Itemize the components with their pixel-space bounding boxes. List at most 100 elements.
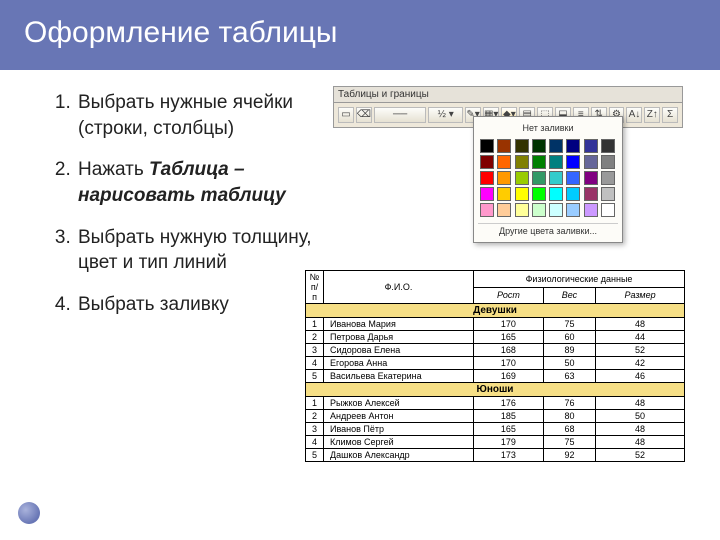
- illustrations: Таблицы и границы ▭ ⌫ ── ½ ▾ ✎▾ ▦▾ ◆▾ ▤ …: [313, 90, 693, 333]
- color-swatch[interactable]: [566, 171, 580, 185]
- cell-num: 1: [306, 397, 324, 410]
- color-swatch[interactable]: [515, 203, 529, 217]
- table-row: 3Сидорова Елена1688952: [306, 344, 685, 357]
- step-item: Нажать Таблица – нарисовать таблицу: [76, 157, 313, 208]
- color-swatch[interactable]: [480, 171, 494, 185]
- color-swatch[interactable]: [584, 139, 598, 153]
- cell-h: 168: [474, 344, 544, 357]
- cell-num: 5: [306, 370, 324, 383]
- col-fio: Ф.И.О.: [324, 271, 474, 304]
- color-swatch[interactable]: [480, 139, 494, 153]
- cell-s: 42: [596, 357, 685, 370]
- cell-num: 5: [306, 449, 324, 462]
- color-grid: [478, 137, 618, 219]
- color-swatch[interactable]: [584, 171, 598, 185]
- color-swatch[interactable]: [497, 203, 511, 217]
- sort-asc-icon[interactable]: A↓: [626, 107, 642, 123]
- cell-h: 165: [474, 331, 544, 344]
- line-weight-select[interactable]: ½ ▾: [428, 107, 463, 123]
- cell-h: 170: [474, 357, 544, 370]
- draw-table-icon[interactable]: ▭: [338, 107, 354, 123]
- color-swatch[interactable]: [601, 139, 615, 153]
- eraser-icon[interactable]: ⌫: [356, 107, 372, 123]
- slide-title: Оформление таблицы: [0, 0, 720, 70]
- cell-fio: Климов Сергей: [324, 436, 474, 449]
- content-area: Выбрать нужные ячейки (строки, столбцы) Н…: [0, 70, 720, 333]
- table-row: 4Егорова Анна1705042: [306, 357, 685, 370]
- cell-h: 179: [474, 436, 544, 449]
- color-swatch[interactable]: [601, 171, 615, 185]
- cell-num: 2: [306, 331, 324, 344]
- cell-num: 2: [306, 410, 324, 423]
- cell-w: 75: [543, 318, 595, 331]
- cell-s: 48: [596, 423, 685, 436]
- color-swatch[interactable]: [480, 187, 494, 201]
- color-swatch[interactable]: [566, 203, 580, 217]
- line-style-select[interactable]: ──: [374, 107, 426, 123]
- cell-num: 3: [306, 423, 324, 436]
- color-swatch[interactable]: [532, 155, 546, 169]
- cell-h: 173: [474, 449, 544, 462]
- color-swatch[interactable]: [584, 155, 598, 169]
- more-colors-option[interactable]: Другие цвета заливки...: [478, 223, 618, 238]
- cell-s: 52: [596, 449, 685, 462]
- cell-fio: Рыжков Алексей: [324, 397, 474, 410]
- cell-h: 170: [474, 318, 544, 331]
- color-swatch[interactable]: [515, 171, 529, 185]
- cell-fio: Дашков Александр: [324, 449, 474, 462]
- color-swatch[interactable]: [601, 203, 615, 217]
- color-swatch[interactable]: [515, 139, 529, 153]
- cell-fio: Егорова Анна: [324, 357, 474, 370]
- col-num: № п/п: [306, 271, 324, 304]
- color-swatch[interactable]: [584, 187, 598, 201]
- color-swatch[interactable]: [532, 139, 546, 153]
- color-swatch[interactable]: [549, 187, 563, 201]
- color-swatch[interactable]: [532, 203, 546, 217]
- autosum-icon[interactable]: Σ: [662, 107, 678, 123]
- cell-w: 76: [543, 397, 595, 410]
- cell-s: 44: [596, 331, 685, 344]
- color-swatch[interactable]: [549, 203, 563, 217]
- sort-desc-icon[interactable]: Z↑: [644, 107, 660, 123]
- table-row: 2Андреев Антон1858050: [306, 410, 685, 423]
- color-swatch[interactable]: [549, 171, 563, 185]
- cell-s: 52: [596, 344, 685, 357]
- color-swatch[interactable]: [497, 155, 511, 169]
- table-row: 4Климов Сергей1797548: [306, 436, 685, 449]
- color-swatch[interactable]: [497, 171, 511, 185]
- color-swatch[interactable]: [532, 187, 546, 201]
- cell-fio: Васильева Екатерина: [324, 370, 474, 383]
- col-height: Рост: [474, 287, 544, 304]
- step-item: Выбрать нужные ячейки (строки, столбцы): [76, 90, 313, 141]
- color-swatch[interactable]: [497, 187, 511, 201]
- cell-s: 46: [596, 370, 685, 383]
- example-table: № п/п Ф.И.О. Физиологические данные Рост…: [305, 270, 685, 462]
- col-weight: Вес: [543, 287, 595, 304]
- color-swatch[interactable]: [584, 203, 598, 217]
- color-swatch[interactable]: [515, 187, 529, 201]
- color-swatch[interactable]: [515, 155, 529, 169]
- color-swatch[interactable]: [480, 203, 494, 217]
- cell-num: 4: [306, 436, 324, 449]
- cell-w: 50: [543, 357, 595, 370]
- color-swatch[interactable]: [566, 155, 580, 169]
- tables-borders-toolbar: Таблицы и границы ▭ ⌫ ── ½ ▾ ✎▾ ▦▾ ◆▾ ▤ …: [333, 86, 683, 128]
- color-swatch[interactable]: [532, 171, 546, 185]
- color-swatch[interactable]: [601, 155, 615, 169]
- color-swatch[interactable]: [601, 187, 615, 201]
- cell-num: 3: [306, 344, 324, 357]
- color-swatch[interactable]: [566, 187, 580, 201]
- cell-fio: Иванов Пётр: [324, 423, 474, 436]
- no-fill-option[interactable]: Нет заливки: [478, 121, 618, 137]
- cell-h: 176: [474, 397, 544, 410]
- cell-fio: Петрова Дарья: [324, 331, 474, 344]
- color-swatch[interactable]: [549, 139, 563, 153]
- table-row: 1Иванова Мария1707548: [306, 318, 685, 331]
- color-swatch[interactable]: [549, 155, 563, 169]
- group-label: Юноши: [306, 383, 685, 397]
- cell-h: 169: [474, 370, 544, 383]
- color-swatch[interactable]: [566, 139, 580, 153]
- cell-w: 60: [543, 331, 595, 344]
- color-swatch[interactable]: [497, 139, 511, 153]
- color-swatch[interactable]: [480, 155, 494, 169]
